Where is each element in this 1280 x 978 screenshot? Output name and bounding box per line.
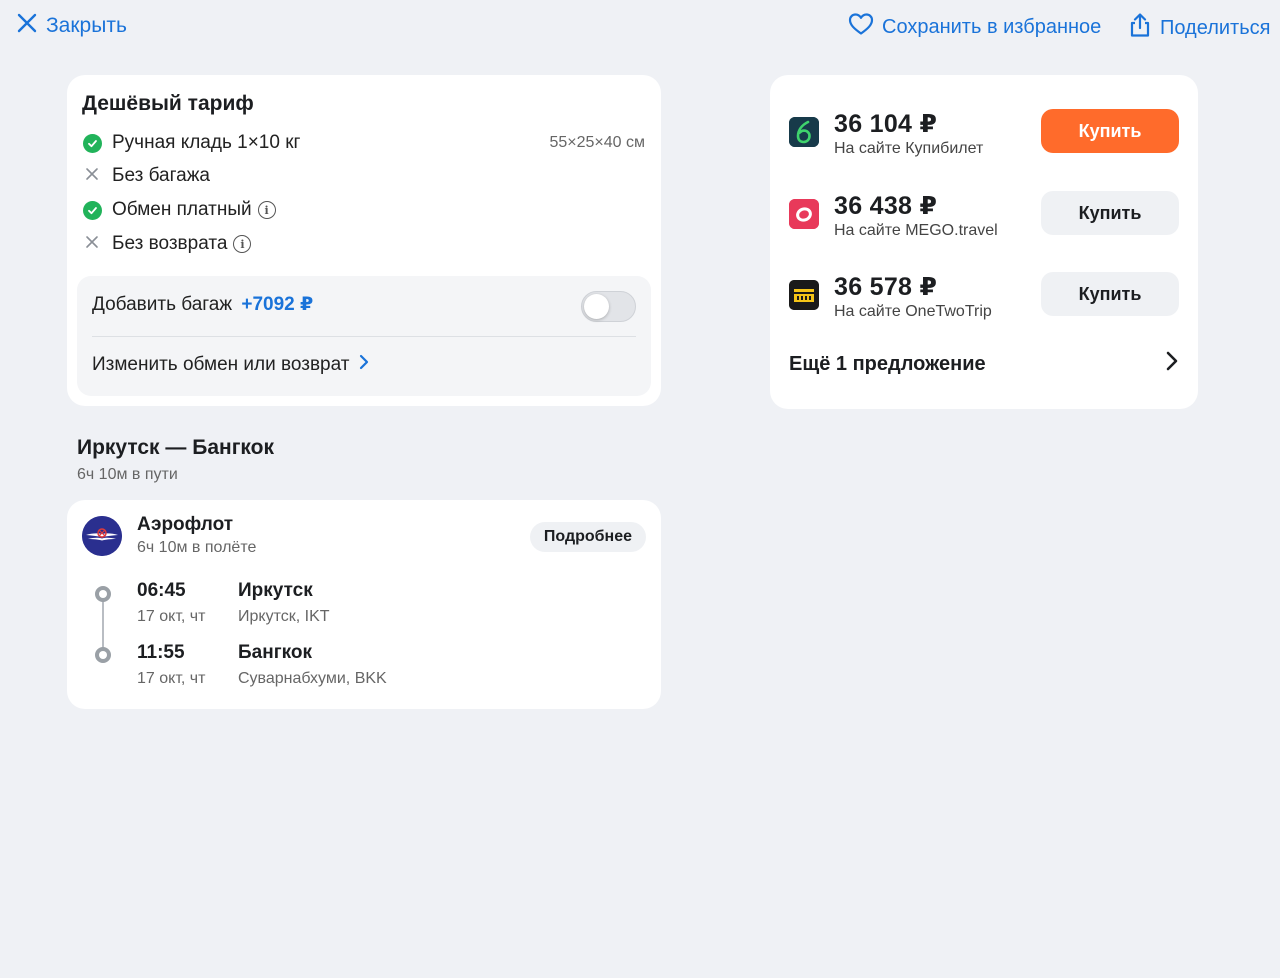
add-baggage-price: +7092 ₽ (241, 294, 314, 315)
tariff-title: Дешёвый тариф (82, 92, 254, 115)
change-exchange-refund-label: Изменить обмен или возврат (92, 354, 350, 375)
offer-site: На сайте Купибилет (834, 140, 984, 157)
save-to-favorites-button[interactable]: Сохранить в избранное (848, 12, 1101, 42)
close-icon (16, 12, 38, 40)
arrival-time: 11:55 (137, 642, 185, 663)
offer-price: 36 438 ₽ (834, 192, 938, 220)
cross-icon (85, 165, 99, 187)
offer-mego: 36 438 ₽ На сайте MEGO.travel Купить (789, 191, 1179, 251)
check-icon (82, 200, 102, 220)
toggle-knob (584, 294, 609, 319)
departure-dot (95, 586, 111, 602)
more-offers-label: Ещё 1 предложение (789, 352, 986, 375)
departure-city: Иркутск (238, 580, 313, 601)
offer-price: 36 104 ₽ (834, 110, 938, 138)
share-label: Поделиться (1160, 16, 1271, 39)
flight-time: 6ч 10м в полёте (137, 539, 257, 556)
feature-label: Ручная кладь 1×10 кг (112, 132, 301, 153)
departure-time: 06:45 (137, 580, 186, 601)
close-button[interactable]: Закрыть (16, 12, 127, 40)
chevron-right-icon (1165, 350, 1179, 378)
add-baggage-toggle[interactable] (581, 291, 636, 322)
buy-button[interactable]: Купить (1041, 109, 1179, 153)
arrival-dot (95, 647, 111, 663)
onetwotrip-logo (789, 280, 819, 310)
airline-name: Аэрофлот (137, 514, 234, 535)
feature-baggage: Без багажа (82, 165, 210, 187)
add-baggage-label: Добавить багаж (92, 294, 233, 315)
info-icon[interactable]: i (233, 235, 252, 253)
add-baggage-row: Добавить багаж +7092 ₽ (92, 293, 313, 316)
tariff-card: Дешёвый тариф Ручная кладь 1×10 кг 55×25… (67, 75, 661, 406)
aeroflot-logo (82, 516, 122, 556)
info-icon[interactable]: i (257, 201, 276, 219)
divider (92, 336, 636, 337)
offers-card: 36 104 ₽ На сайте Купибилет Купить 36 43… (770, 75, 1198, 409)
offer-onetwotrip: 36 578 ₽ На сайте OneTwoTrip Купить (789, 272, 1179, 332)
route-title: Иркутск — Бангкок (77, 436, 275, 459)
departure-date: 17 окт, чт (137, 608, 206, 625)
offer-site: На сайте OneTwoTrip (834, 303, 992, 320)
arrival-city: Бангкок (238, 642, 312, 663)
buy-button[interactable]: Купить (1041, 191, 1179, 235)
cross-icon (85, 233, 99, 255)
tariff-addons: Добавить багаж +7092 ₽ Изменить обмен ил… (77, 276, 651, 396)
route-duration: 6ч 10м в пути (77, 466, 178, 483)
top-bar: Закрыть Сохранить в избранное Поделиться (0, 0, 1280, 52)
chevron-right-icon (359, 354, 369, 376)
arrival-date: 17 окт, чт (137, 670, 206, 687)
share-icon (1128, 12, 1152, 44)
feature-label: Без багажа (112, 165, 210, 186)
feature-label: Без возврата (112, 233, 228, 254)
feature-exchange: Обмен платный i (82, 199, 276, 221)
change-exchange-refund-link[interactable]: Изменить обмен или возврат (92, 354, 369, 376)
offer-price: 36 578 ₽ (834, 273, 938, 301)
check-icon (82, 133, 102, 153)
kupibilet-logo (789, 117, 819, 147)
carry-on-dimensions: 55×25×40 см (549, 134, 645, 151)
feature-refund: Без возврата i (82, 233, 252, 255)
flight-card: Аэрофлот 6ч 10м в полёте Подробнее 06:45… (67, 500, 661, 709)
heart-icon (848, 12, 874, 42)
more-offers-link[interactable]: Ещё 1 предложение (789, 348, 1179, 380)
offer-kupibilet: 36 104 ₽ На сайте Купибилет Купить (789, 109, 1179, 169)
close-label: Закрыть (46, 14, 127, 37)
offer-site: На сайте MEGO.travel (834, 222, 998, 239)
departure-airport: Иркутск, IKT (238, 608, 330, 625)
details-button[interactable]: Подробнее (529, 522, 646, 552)
buy-button[interactable]: Купить (1041, 272, 1179, 316)
save-to-favorites-label: Сохранить в избранное (882, 15, 1102, 38)
feature-carry-on: Ручная кладь 1×10 кг (82, 132, 300, 154)
share-button[interactable]: Поделиться (1128, 12, 1270, 44)
arrival-airport: Суварнабхуми, BKK (238, 670, 387, 687)
mego-logo (789, 199, 819, 229)
feature-label: Обмен платный (112, 199, 252, 220)
